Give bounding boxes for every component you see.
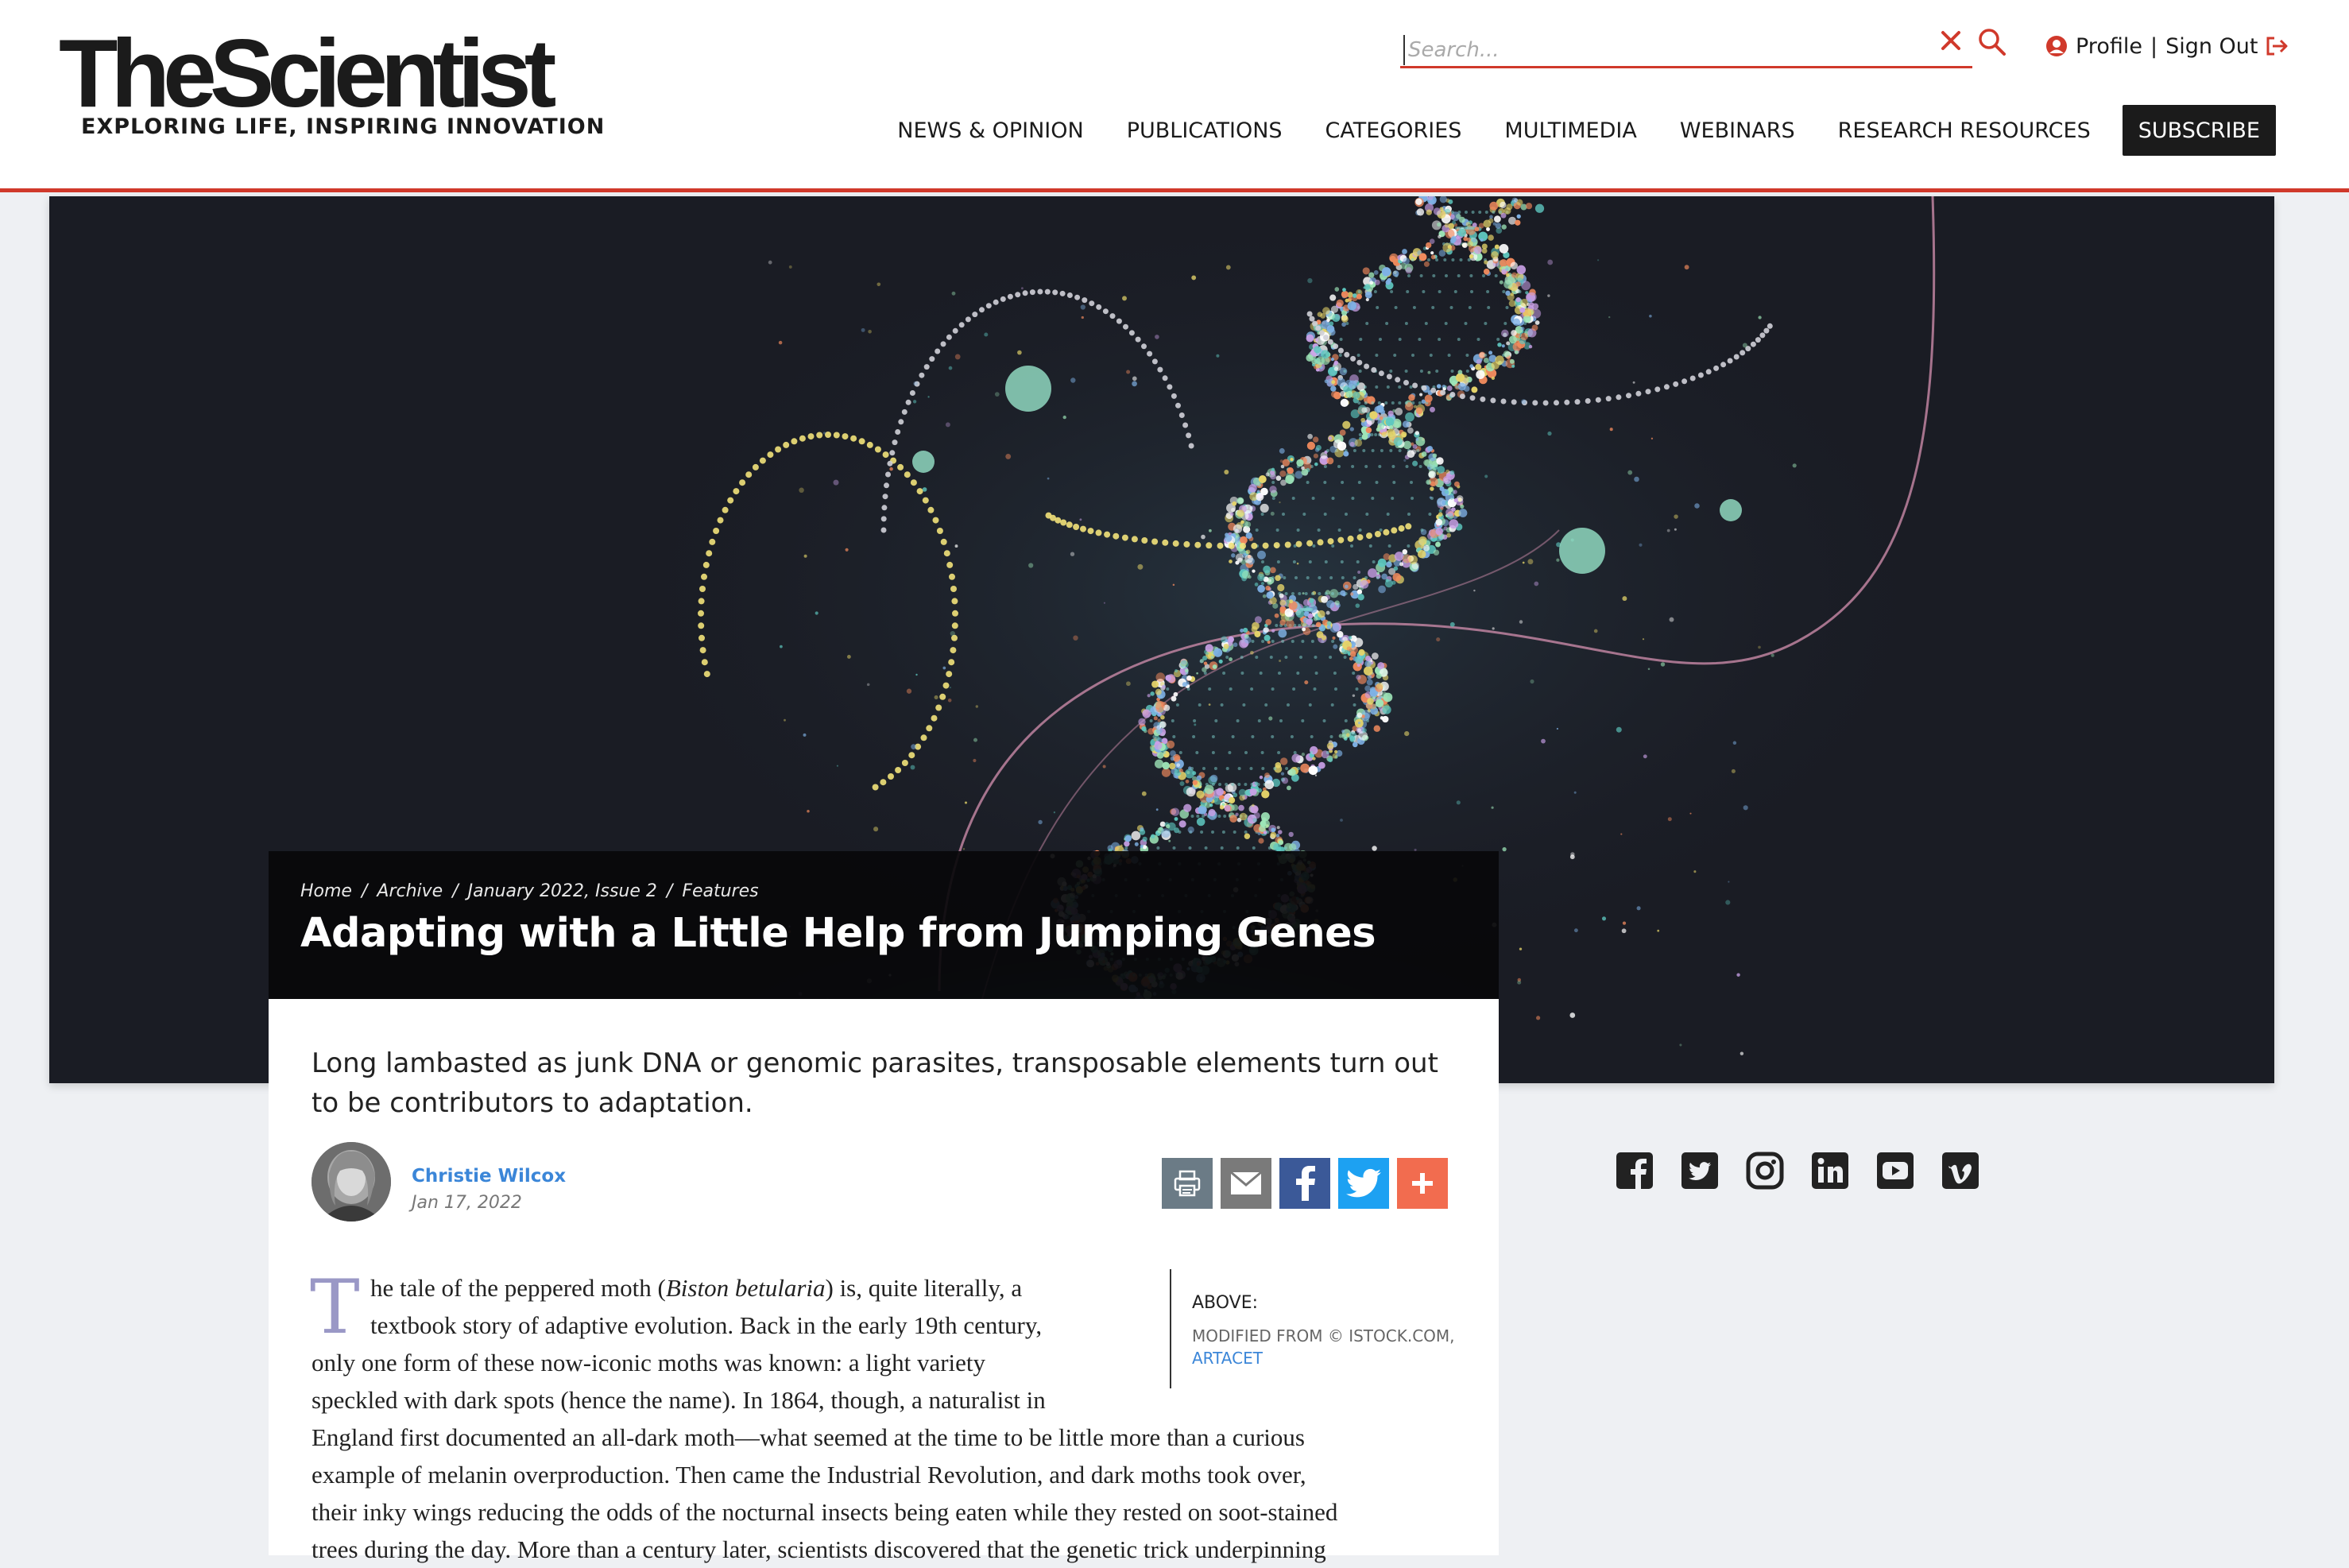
site-header: TheScientist EXPLORING LIFE, INSPIRING I… [0, 0, 2349, 192]
body-line: trees during the day. More than a centur… [312, 1535, 1326, 1563]
hero-image: Home / Archive / January 2022, Issue 2 /… [49, 196, 2274, 1083]
body-line: only one form of these now-iconic moths … [312, 1349, 986, 1376]
author-avatar[interactable] [312, 1142, 391, 1221]
nav-news-opinion[interactable]: NEWS & OPINION [897, 118, 1083, 143]
logo-tagline: EXPLORING LIFE, INSPIRING INNOVATION [81, 114, 606, 139]
breadcrumb-features[interactable]: Features [682, 881, 758, 901]
twitter-share-button[interactable] [1338, 1158, 1389, 1209]
nav-publications[interactable]: PUBLICATIONS [1127, 118, 1283, 143]
facebook-share-button[interactable] [1279, 1158, 1330, 1209]
print-icon [1174, 1170, 1201, 1197]
vimeo-icon[interactable] [1941, 1151, 1980, 1191]
print-button[interactable] [1162, 1158, 1213, 1209]
twitter-icon [1346, 1168, 1381, 1198]
article-dek: Long lambasted as junk DNA or genomic pa… [312, 1047, 1438, 1119]
article-card: Long lambasted as junk DNA or genomic pa… [269, 999, 1499, 1563]
subscribe-button[interactable]: SUBSCRIBE [2122, 105, 2276, 156]
linkedin-icon[interactable] [1810, 1151, 1850, 1191]
user-icon [2046, 36, 2067, 56]
main-nav: NEWS & OPINION PUBLICATIONS CATEGORIES M… [854, 105, 2276, 156]
facebook-icon[interactable] [1615, 1151, 1654, 1191]
close-icon[interactable] [1939, 29, 1963, 52]
body-line: their inky wings reducing the odds of th… [312, 1498, 1338, 1526]
breadcrumb-home[interactable]: Home [300, 881, 352, 901]
account-separator: | [2150, 33, 2158, 59]
profile-link[interactable]: Profile [2076, 34, 2142, 59]
email-icon [1230, 1171, 1262, 1194]
search-icon[interactable] [1977, 27, 2007, 57]
social-links [1615, 1151, 1980, 1191]
more-share-button[interactable] [1397, 1158, 1448, 1209]
twitter-icon[interactable] [1680, 1151, 1720, 1191]
nav-webinars[interactable]: WEBINARS [1680, 118, 1795, 143]
share-bar [1162, 1158, 1448, 1209]
email-button[interactable] [1221, 1158, 1271, 1209]
breadcrumb-separator: / [361, 881, 368, 901]
search-input[interactable] [1403, 35, 1912, 65]
breadcrumb-separator: / [666, 881, 673, 901]
account-links: Profile | Sign Out [2045, 30, 2289, 62]
image-caption: ABOVE: MODIFIED FROM © ISTOCK.COM, ARTAC… [1170, 1269, 1472, 1388]
caption-credit-link[interactable]: ARTACET [1192, 1347, 1263, 1369]
caption-credit: MODIFIED FROM © ISTOCK.COM, [1192, 1326, 1455, 1345]
youtube-icon[interactable] [1875, 1151, 1915, 1191]
article-title: Adapting with a Little Help from Jumping… [300, 910, 1376, 957]
body-line: speckled with dark spots (hence the name… [312, 1386, 1046, 1414]
sign-out-link[interactable]: Sign Out [2165, 34, 2258, 59]
breadcrumb-issue[interactable]: January 2022, Issue 2 [468, 881, 657, 901]
body-line: textbook story of adaptive evolution. Ba… [370, 1311, 1043, 1339]
publish-date: Jan 17, 2022 [412, 1193, 522, 1213]
breadcrumb-separator: / [452, 881, 459, 901]
body-line: England first documented an all-dark mot… [312, 1423, 1305, 1451]
dropcap-letter: T [310, 1264, 360, 1351]
article-title-band: Home / Archive / January 2022, Issue 2 /… [269, 851, 1499, 999]
sign-out-icon[interactable] [2265, 36, 2289, 56]
author-name[interactable]: Christie Wilcox [412, 1166, 566, 1187]
nav-categories[interactable]: CATEGORIES [1325, 118, 1462, 143]
avatar-photo [312, 1142, 391, 1221]
facebook-icon [1296, 1166, 1315, 1201]
instagram-icon[interactable] [1745, 1151, 1785, 1191]
body-line: he tale of the peppered moth (Biston bet… [370, 1274, 1023, 1302]
breadcrumb: Home / Archive / January 2022, Issue 2 /… [300, 881, 759, 901]
caption-label: ABOVE: [1192, 1293, 1259, 1313]
site-logo[interactable]: TheScientist EXPLORING LIFE, INSPIRING I… [59, 19, 604, 145]
search-box [1400, 32, 1972, 68]
body-line: example of melanin overproduction. Then … [312, 1461, 1306, 1489]
logo-text: TheScientist [59, 19, 556, 127]
nav-research-resources[interactable]: RESEARCH RESOURCES [1838, 118, 2091, 143]
nav-multimedia[interactable]: MULTIMEDIA [1504, 118, 1636, 143]
plus-icon [1412, 1173, 1433, 1194]
breadcrumb-archive[interactable]: Archive [377, 881, 443, 901]
